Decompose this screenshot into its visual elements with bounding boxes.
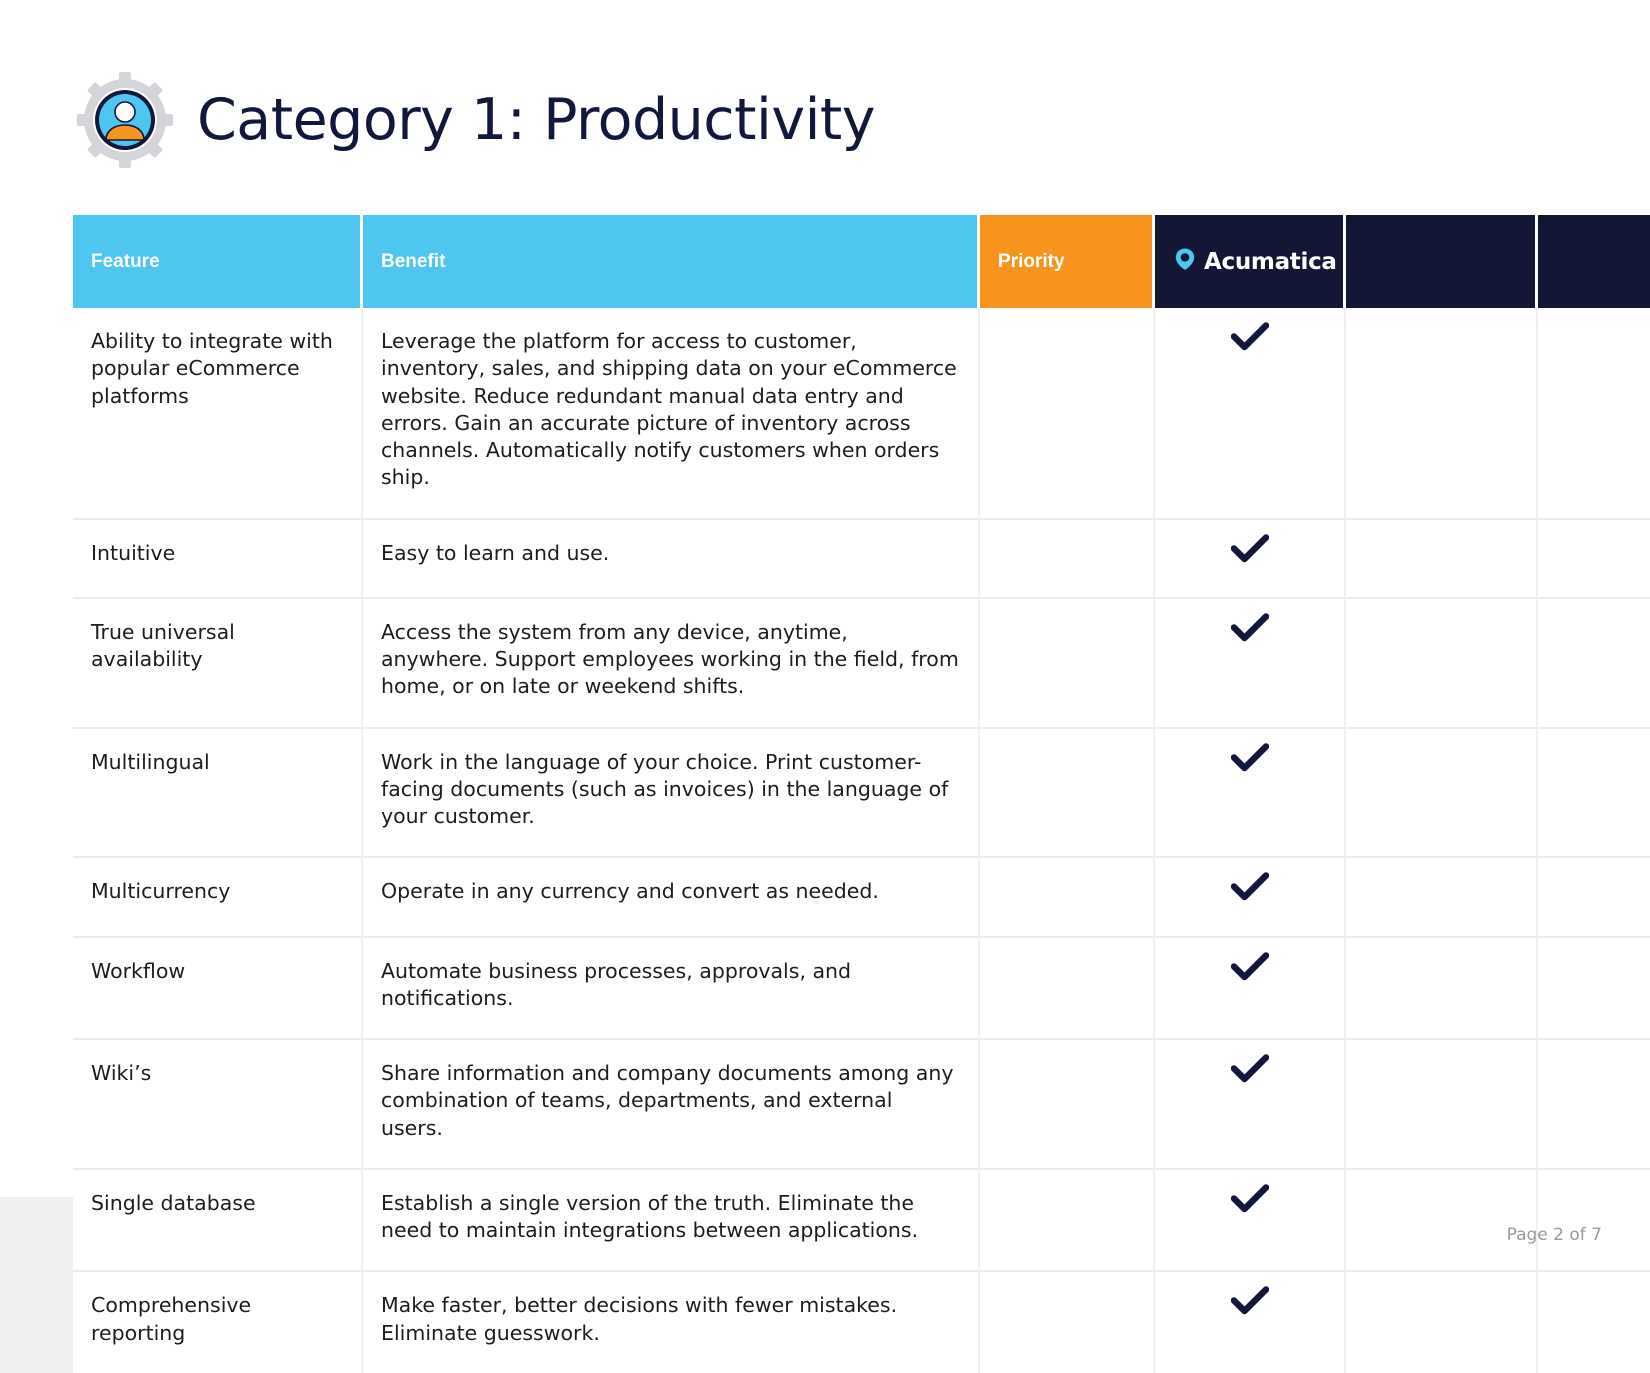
table-row: Ability to integrate with popular eComme…	[73, 308, 1650, 520]
cell-priority	[980, 858, 1155, 938]
check-icon	[1230, 1054, 1269, 1084]
cell-priority	[980, 1169, 1155, 1273]
cell-blank-1	[1346, 519, 1538, 599]
cell-benefit: Access the system from any device, anyti…	[363, 598, 980, 729]
check-icon	[1230, 613, 1269, 643]
check-icon	[1230, 322, 1269, 352]
feature-comparison-table: Feature Benefit Priority Acumatica Abili…	[73, 215, 1650, 1373]
cell-feature: Intuitive	[73, 519, 363, 599]
cell-acumatica-check	[1155, 937, 1346, 1040]
cell-benefit: Work in the language of your choice. Pri…	[363, 728, 980, 859]
cell-feature: Comprehensive reporting	[73, 1272, 363, 1373]
cell-blank-1	[1346, 1169, 1538, 1273]
table-header-row: Feature Benefit Priority Acumatica	[73, 215, 1650, 308]
check-icon	[1230, 742, 1269, 773]
acumatica-logo-icon	[1173, 247, 1197, 277]
column-header-feature[interactable]: Feature	[73, 215, 363, 308]
cell-blank-2	[1538, 308, 1650, 520]
cell-blank-1	[1346, 728, 1538, 859]
column-header-acumatica[interactable]: Acumatica	[1155, 215, 1346, 308]
cell-acumatica-check	[1155, 1169, 1346, 1273]
cell-blank-2	[1538, 858, 1650, 938]
cell-feature: Wiki’s	[73, 1040, 363, 1170]
check-icon	[1230, 872, 1269, 902]
cell-blank-2	[1538, 728, 1650, 859]
cell-acumatica-check	[1155, 858, 1346, 938]
column-header-priority[interactable]: Priority	[980, 215, 1155, 308]
check-icon	[1230, 533, 1269, 564]
column-header-benefit[interactable]: Benefit	[363, 215, 980, 308]
cell-acumatica-check	[1155, 1272, 1346, 1373]
table-row: Multicurrency Operate in any currency and…	[73, 858, 1650, 938]
cell-feature: True universal availability	[73, 598, 363, 729]
cell-blank-2	[1538, 519, 1650, 599]
cell-acumatica-check	[1155, 598, 1346, 729]
document-page: Category 1: Productivity Feature Benefit…	[0, 0, 1650, 1373]
cell-feature: Workflow	[73, 937, 363, 1040]
cell-feature: Multicurrency	[73, 858, 363, 938]
acumatica-logo: Acumatica	[1173, 247, 1337, 277]
cell-blank-2	[1538, 1272, 1650, 1373]
column-header-blank-2[interactable]	[1538, 215, 1650, 308]
cell-blank-2	[1538, 1040, 1650, 1170]
table-row: Comprehensive reporting Make faster, bett…	[73, 1272, 1650, 1373]
cell-feature: Ability to integrate with popular eComme…	[73, 308, 363, 520]
cell-benefit: Establish a single version of the truth.…	[363, 1169, 980, 1273]
cell-benefit: Leverage the platform for access to cust…	[363, 308, 980, 520]
cell-feature: Single database	[73, 1169, 363, 1273]
table-row: True universal availability Access the sy…	[73, 598, 1650, 729]
cell-priority	[980, 519, 1155, 599]
cell-blank-2	[1538, 937, 1650, 1040]
page-header: Category 1: Productivity	[75, 70, 875, 170]
cell-blank-1	[1346, 308, 1538, 520]
table-header: Feature Benefit Priority Acumatica	[73, 215, 1650, 308]
table-row: Multilingual Work in the language of your…	[73, 728, 1650, 859]
acumatica-wordmark: Acumatica	[1204, 248, 1337, 275]
cell-priority	[980, 598, 1155, 729]
column-header-blank-1[interactable]	[1346, 215, 1538, 308]
table-row: Wiki’s Share information and company docu…	[73, 1040, 1650, 1170]
cell-benefit: Operate in any currency and convert as n…	[363, 858, 980, 938]
check-icon	[1230, 951, 1269, 982]
cell-blank-1	[1346, 858, 1538, 938]
table-row: Intuitive Easy to learn and use.	[73, 519, 1650, 599]
cell-blank-1	[1346, 1272, 1538, 1373]
cell-benefit: Make faster, better decisions with fewer…	[363, 1272, 980, 1373]
cell-priority	[980, 1040, 1155, 1170]
cell-acumatica-check	[1155, 728, 1346, 859]
cell-acumatica-check	[1155, 308, 1346, 520]
cell-priority	[980, 728, 1155, 859]
cell-feature: Multilingual	[73, 728, 363, 859]
cell-priority	[980, 308, 1155, 520]
page-title: Category 1: Productivity	[197, 86, 875, 153]
cell-priority	[980, 937, 1155, 1040]
check-icon	[1230, 1184, 1269, 1214]
cell-blank-1	[1346, 1040, 1538, 1170]
cell-acumatica-check	[1155, 1040, 1346, 1170]
table-body: Ability to integrate with popular eComme…	[73, 308, 1650, 1373]
table-row: Single database Establish a single versio…	[73, 1169, 1650, 1273]
cell-benefit: Easy to learn and use.	[363, 519, 980, 599]
cell-benefit: Share information and company documents …	[363, 1040, 980, 1170]
productivity-gear-person-icon	[75, 70, 175, 170]
cell-priority	[980, 1272, 1155, 1373]
check-icon	[1230, 1286, 1269, 1316]
table-row: Workflow Automate business processes, app…	[73, 937, 1650, 1040]
page-number-footer: Page 2 of 7	[1506, 1225, 1602, 1245]
cell-blank-2	[1538, 598, 1650, 729]
cell-blank-1	[1346, 598, 1538, 729]
cell-blank-2	[1538, 1169, 1650, 1273]
cell-benefit: Automate business processes, approvals, …	[363, 937, 980, 1040]
cell-acumatica-check	[1155, 519, 1346, 599]
cell-blank-1	[1346, 937, 1538, 1040]
